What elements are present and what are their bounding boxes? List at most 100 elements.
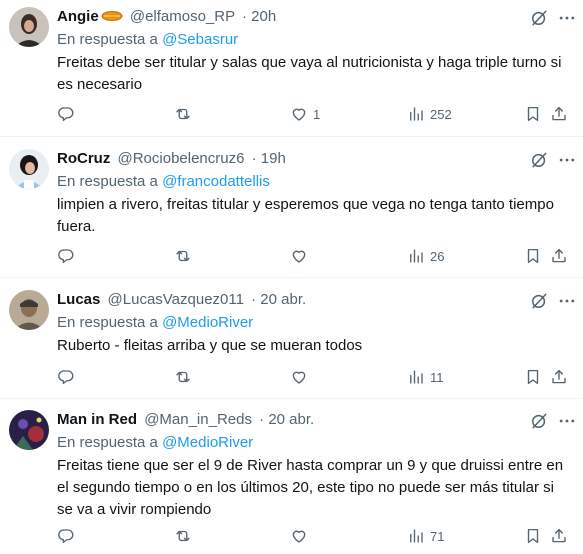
like-icon [292, 530, 306, 543]
repost-button[interactable] [174, 367, 197, 387]
views-icon [410, 249, 423, 263]
views-button[interactable]: 252 [407, 104, 452, 124]
reply-icon [58, 107, 74, 122]
share-button[interactable] [550, 526, 568, 546]
bookmark-button[interactable] [524, 367, 542, 387]
repost-icon [176, 108, 190, 120]
bookmark-button[interactable] [524, 246, 542, 266]
views-icon [410, 107, 423, 121]
tweet[interactable]: Lucas @LucasVazquez011 · 20 abr. En resp… [0, 278, 583, 399]
repost-button[interactable] [174, 246, 197, 266]
timestamp[interactable]: · 20h [242, 8, 276, 25]
display-name[interactable]: Lucas [57, 291, 100, 308]
reply-mention-link[interactable]: @Sebasrur [162, 31, 238, 48]
views-button[interactable]: 71 [407, 526, 444, 546]
like-icon [292, 250, 306, 263]
tweet-header: Angie @elfamoso_RP · 20h [57, 7, 539, 27]
share-icon [552, 248, 566, 263]
repost-icon [176, 530, 190, 542]
timestamp[interactable]: · 20 abr. [259, 411, 314, 428]
more-icon[interactable] [557, 8, 577, 28]
like-icon [292, 108, 306, 121]
views-icon [410, 370, 423, 384]
reply-prefix: En respuesta a [57, 314, 163, 331]
reply-icon [58, 370, 74, 385]
views-count: 71 [430, 528, 445, 544]
reply-mention-link[interactable]: @francodattellis [162, 173, 270, 190]
display-name[interactable]: Man in Red [57, 411, 137, 428]
reply-mention-link[interactable]: @MedioRiver [162, 314, 253, 331]
reply-button[interactable] [57, 367, 80, 387]
like-button[interactable] [290, 367, 313, 387]
tweet-header: Man in Red @Man_in_Reds · 20 abr. [57, 410, 539, 430]
grok-icon[interactable] [529, 8, 549, 28]
repost-icon [176, 250, 190, 262]
more-icon[interactable] [557, 291, 577, 311]
user-handle[interactable]: @Rociobelencruz6 [118, 150, 245, 167]
more-icon[interactable] [557, 150, 577, 170]
display-name[interactable]: RoCruz [57, 150, 110, 167]
share-button[interactable] [550, 104, 568, 124]
grok-icon[interactable] [529, 411, 549, 431]
tweet[interactable]: Angie @elfamoso_RP · 20h En respuesta a … [0, 0, 583, 137]
reply-button[interactable] [57, 104, 80, 124]
share-icon [552, 528, 566, 543]
views-button[interactable]: 26 [407, 246, 444, 266]
affiliate-badge-icon [101, 9, 123, 27]
user-handle[interactable]: @LucasVazquez011 [108, 291, 244, 308]
repost-button[interactable] [174, 526, 197, 546]
tweet-actions: 71 [57, 526, 575, 546]
avatar[interactable] [9, 410, 49, 450]
bookmark-button[interactable] [524, 104, 542, 124]
tweet-actions: 26 [57, 246, 575, 266]
like-button[interactable] [290, 526, 313, 546]
views-count: 252 [430, 106, 452, 122]
reply-button[interactable] [57, 526, 80, 546]
reply-context: En respuesta a @MedioRiver [57, 433, 253, 453]
tweet-text: Freitas tiene que ser el 9 de River hast… [57, 457, 564, 518]
tweet-actions: 11 [57, 367, 575, 387]
share-button[interactable] [550, 367, 568, 387]
like-count: 1 [313, 106, 321, 122]
timestamp[interactable]: · 19h [252, 150, 286, 167]
tweet-text: Freitas debe ser titular y salas que vay… [57, 54, 562, 93]
reply-context: En respuesta a @Sebasrur [57, 30, 238, 50]
avatar[interactable] [9, 7, 49, 47]
repost-button[interactable] [174, 104, 197, 124]
bookmark-icon [527, 528, 539, 544]
views-count: 11 [430, 369, 444, 385]
reply-prefix: En respuesta a [57, 31, 163, 48]
views-icon [410, 529, 423, 543]
repost-icon [176, 371, 190, 383]
like-button[interactable] [290, 246, 313, 266]
user-handle[interactable]: @elfamoso_RP [130, 8, 235, 25]
reply-context: En respuesta a @MedioRiver [57, 313, 253, 333]
reply-icon [58, 529, 74, 544]
tweet-actions: 1 252 [57, 104, 575, 124]
like-icon [292, 371, 306, 384]
tweet-header: Lucas @LucasVazquez011 · 20 abr. [57, 290, 539, 310]
user-handle[interactable]: @Man_in_Reds [144, 411, 252, 428]
tweet[interactable]: Man in Red @Man_in_Reds · 20 abr. En res… [0, 399, 583, 554]
bookmark-icon [527, 369, 539, 385]
bookmark-button[interactable] [524, 526, 542, 546]
display-name[interactable]: Angie [57, 8, 99, 25]
tweet[interactable]: RoCruz @Rociobelencruz6 · 19h En respues… [0, 137, 583, 278]
avatar[interactable] [9, 290, 49, 330]
reply-button[interactable] [57, 246, 80, 266]
reply-mention-link[interactable]: @MedioRiver [162, 434, 253, 451]
more-icon[interactable] [557, 411, 577, 431]
replies-feed: Angie @elfamoso_RP · 20h En respuesta a … [0, 0, 583, 554]
grok-icon[interactable] [529, 150, 549, 170]
reply-context: En respuesta a @francodattellis [57, 172, 270, 192]
timestamp[interactable]: · 20 abr. [251, 291, 306, 308]
bookmark-icon [527, 248, 539, 264]
avatar[interactable] [9, 149, 49, 189]
share-button[interactable] [550, 246, 568, 266]
bookmark-icon [527, 106, 539, 122]
views-button[interactable]: 11 [407, 367, 444, 387]
grok-icon[interactable] [529, 291, 549, 311]
like-button[interactable]: 1 [290, 104, 320, 124]
share-icon [552, 106, 566, 121]
reply-prefix: En respuesta a [57, 173, 163, 190]
